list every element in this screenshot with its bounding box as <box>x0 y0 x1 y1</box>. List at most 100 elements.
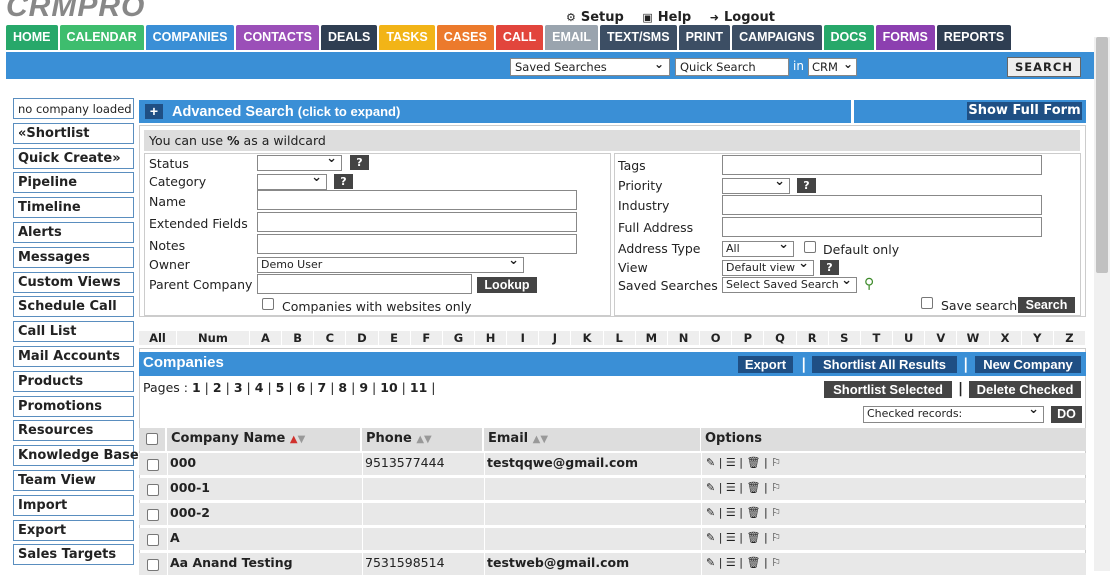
category-help-button[interactable]: ? <box>334 174 353 189</box>
row-checkbox[interactable] <box>147 559 159 571</box>
alpha-filter-j[interactable]: J <box>539 331 572 345</box>
row-checkbox[interactable] <box>147 534 159 546</box>
alpha-filter-z[interactable]: Z <box>1053 331 1086 345</box>
page-link-4[interactable]: 4 <box>255 380 264 395</box>
page-link-1[interactable]: 1 <box>192 380 201 395</box>
sidebar-item-shortlist[interactable]: «Shortlist <box>13 122 134 144</box>
notes-input[interactable] <box>257 234 577 254</box>
nav-tab-companies[interactable]: COMPANIES <box>145 25 235 50</box>
page-link-10[interactable]: 10 <box>380 380 397 395</box>
nav-tab-tasks[interactable]: TASKS <box>379 25 435 50</box>
nav-tab-contacts[interactable]: CONTACTS <box>236 25 319 50</box>
alpha-filter-m[interactable]: M <box>635 331 668 345</box>
select-all-checkbox[interactable] <box>146 433 158 445</box>
show-full-form-button[interactable]: Show Full Form <box>967 102 1082 120</box>
advanced-search-header[interactable]: + Advanced Search (click to expand) <box>139 100 851 123</box>
alpha-filter-a[interactable]: A <box>249 331 283 345</box>
category-select[interactable] <box>257 171 327 190</box>
nav-tab-calendar[interactable]: CALENDAR <box>59 25 144 50</box>
shortlist-selected-button[interactable]: Shortlist Selected <box>824 381 952 398</box>
nav-tab-home[interactable]: HOME <box>6 25 58 50</box>
search-button[interactable]: SEARCH <box>1007 57 1081 77</box>
sidebar-item-call-list[interactable]: Call List <box>13 321 134 343</box>
nav-tab-textsms[interactable]: TEXT/SMS <box>600 25 677 50</box>
nav-tab-campaigns[interactable]: CAMPAIGNS <box>732 25 822 50</box>
company-name-cell[interactable]: 000-2 <box>167 503 362 525</box>
priority-help-button[interactable]: ? <box>797 178 816 193</box>
row-options[interactable]: ✎ | ☰ | 🗑 | ⚐ <box>701 553 1086 575</box>
page-link-7[interactable]: 7 <box>318 380 327 395</box>
alpha-filter-x[interactable]: X <box>989 331 1022 345</box>
company-name-cell[interactable]: 000-1 <box>167 478 362 500</box>
export-button[interactable]: Export <box>738 356 793 373</box>
alpha-filter-i[interactable]: I <box>507 331 540 345</box>
sidebar-item-import[interactable]: Import <box>13 494 134 516</box>
sidebar-item-export[interactable]: Export <box>13 519 134 541</box>
nav-tab-reports[interactable]: REPORTS <box>936 25 1012 50</box>
nav-tab-forms[interactable]: FORMS <box>875 25 935 50</box>
view-select[interactable]: Default view <box>722 257 814 276</box>
alpha-filter-c[interactable]: C <box>314 331 347 345</box>
nav-tab-call[interactable]: CALL <box>495 25 544 50</box>
alpha-filter-k[interactable]: K <box>571 331 604 345</box>
save-search-checkbox[interactable] <box>921 297 933 309</box>
new-company-button[interactable]: New Company <box>975 356 1081 373</box>
alpha-filter-h[interactable]: H <box>475 331 508 345</box>
nav-tab-cases[interactable]: CASES <box>436 25 494 50</box>
sort-icon[interactable]: ▲▼ <box>533 434 548 445</box>
owner-select[interactable]: Demo User <box>257 254 524 273</box>
sidebar-item-knowledge-base[interactable]: Knowledge Base <box>13 445 139 467</box>
page-link-5[interactable]: 5 <box>276 380 285 395</box>
column-email[interactable]: Email ▲▼ <box>484 428 700 451</box>
page-link-6[interactable]: 6 <box>297 380 306 395</box>
email-cell[interactable]: testqqwe@gmail.com <box>484 453 701 475</box>
nav-tab-docs[interactable]: DOCS <box>823 25 874 50</box>
alpha-filter-g[interactable]: G <box>442 331 475 345</box>
alpha-filter-r[interactable]: R <box>796 331 829 345</box>
alpha-filter-q[interactable]: Q <box>764 331 797 345</box>
delete-checked-button[interactable]: Delete Checked <box>969 381 1081 398</box>
advanced-search-button[interactable]: Search <box>1018 297 1075 313</box>
alpha-filter-d[interactable]: D <box>346 331 379 345</box>
alpha-filter-v[interactable]: V <box>925 331 958 345</box>
default-only-checkbox[interactable] <box>804 241 816 253</box>
nav-tab-deals[interactable]: DEALS <box>320 25 378 50</box>
alpha-filter-o[interactable]: O <box>700 331 733 345</box>
sidebar-item-products[interactable]: Products <box>13 370 134 392</box>
row-checkbox[interactable] <box>147 484 159 496</box>
extended-fields-input[interactable] <box>257 212 577 232</box>
column-phone[interactable]: Phone ▲▼ <box>362 428 482 451</box>
logout-link[interactable]: ➜ Logout <box>710 10 775 25</box>
checked-records-select[interactable]: Checked records: <box>863 403 1044 423</box>
alpha-filter-w[interactable]: W <box>957 331 990 345</box>
scrollbar-thumb[interactable] <box>1096 37 1108 273</box>
alpha-filter-l[interactable]: L <box>603 331 636 345</box>
expand-icon[interactable]: + <box>145 104 163 119</box>
alpha-filter-n[interactable]: N <box>667 331 701 345</box>
alpha-filter-all[interactable]: All <box>139 331 177 345</box>
sidebar-item-sales-targets[interactable]: Sales Targets <box>13 544 134 566</box>
saved-searches-select[interactable]: Saved Searches <box>510 58 670 76</box>
page-link-9[interactable]: 9 <box>359 380 368 395</box>
parent-company-input[interactable] <box>257 274 472 294</box>
setup-link[interactable]: ⚙ Setup <box>566 10 624 25</box>
view-help-button[interactable]: ? <box>820 260 839 275</box>
sidebar-item-messages[interactable]: Messages <box>13 246 134 268</box>
status-select[interactable] <box>257 152 342 171</box>
address-type-select[interactable]: All <box>722 238 794 257</box>
page-link-11[interactable]: 11 <box>410 380 427 395</box>
sort-icon[interactable]: ▲▼ <box>416 434 431 445</box>
industry-input[interactable] <box>722 195 1042 215</box>
pin-icon[interactable]: ⚲ <box>864 276 874 292</box>
sort-asc-icon[interactable]: ▲ <box>290 434 298 445</box>
alpha-filter-s[interactable]: S <box>828 331 861 345</box>
row-options[interactable]: ✎ | ☰ | 🗑 | ⚐ <box>701 453 1086 475</box>
email-cell[interactable] <box>484 528 701 550</box>
sidebar-item-quick-create[interactable]: Quick Create» <box>13 147 134 169</box>
alpha-filter-u[interactable]: U <box>893 331 926 345</box>
nav-tab-email[interactable]: EMAIL <box>545 25 599 50</box>
row-checkbox[interactable] <box>147 509 159 521</box>
sidebar-item-timeline[interactable]: Timeline <box>13 197 134 219</box>
page-link-2[interactable]: 2 <box>213 380 222 395</box>
alpha-filter-t[interactable]: T <box>860 331 894 345</box>
